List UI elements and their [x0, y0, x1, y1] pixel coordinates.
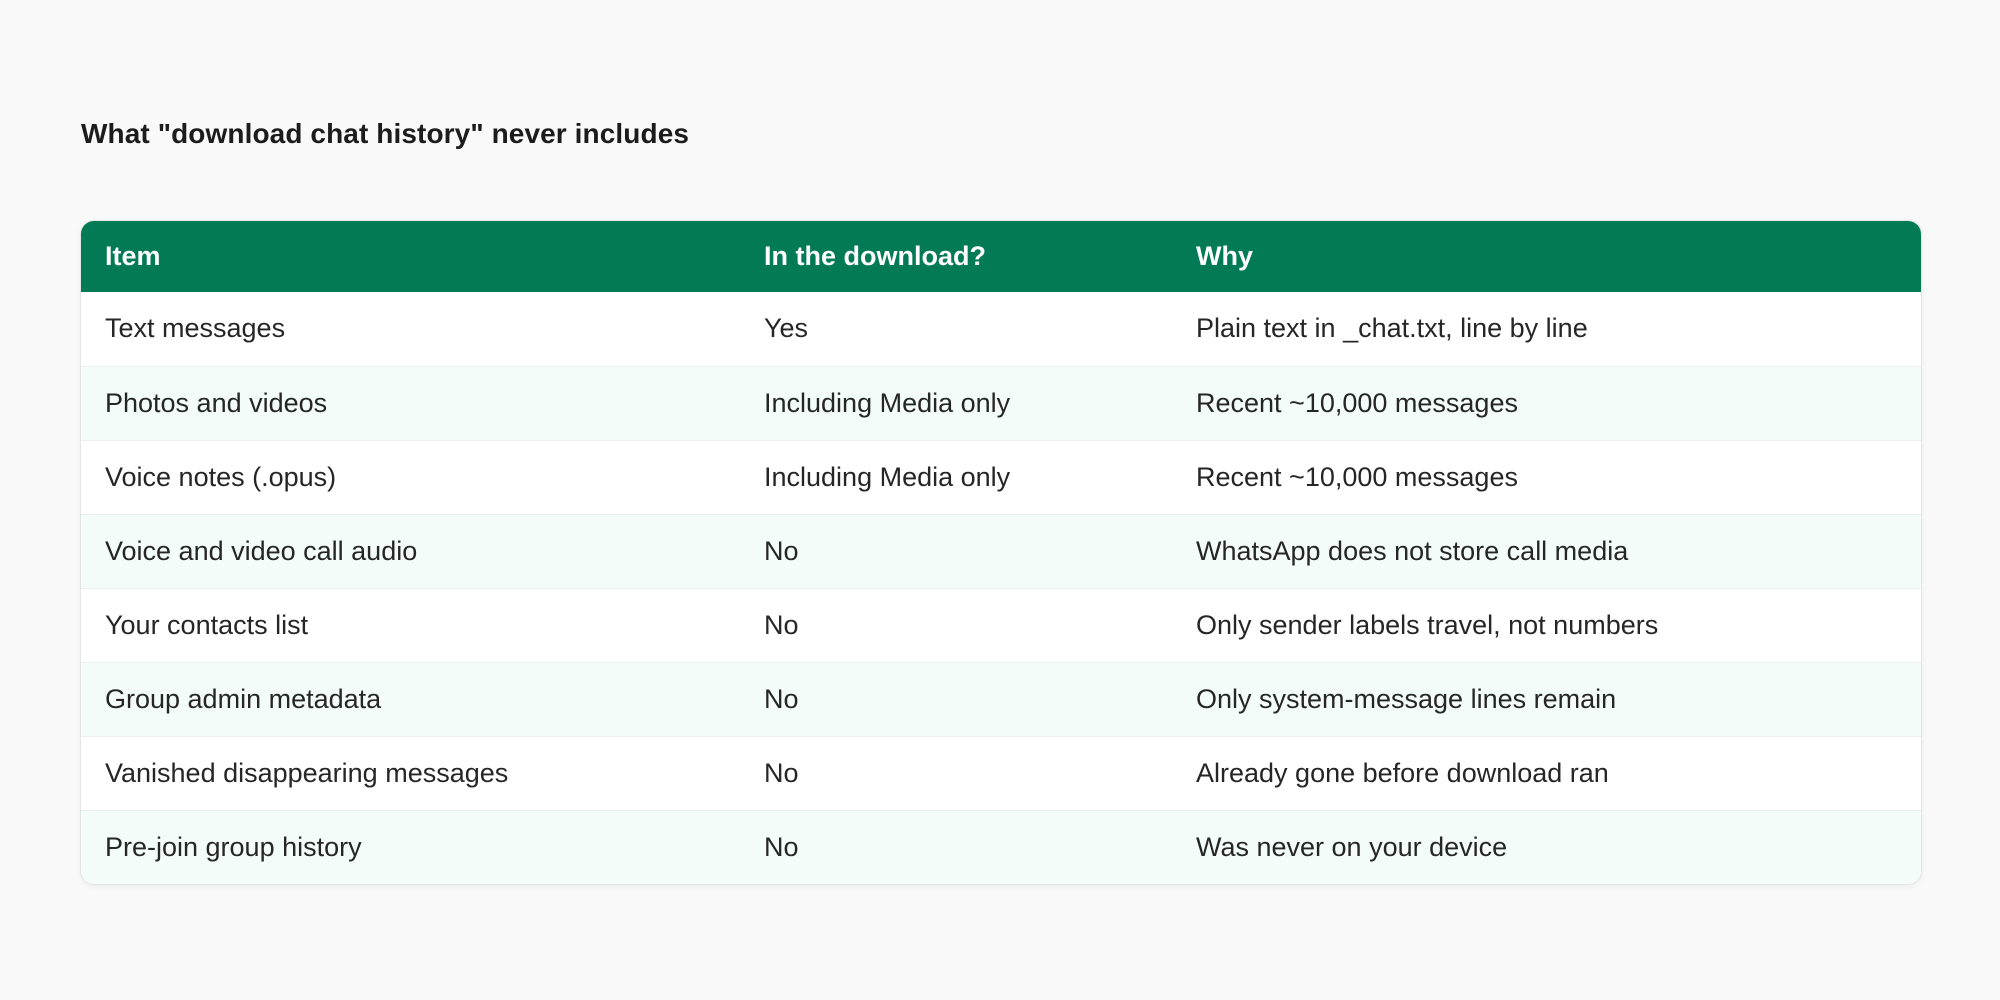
cell-in-download: No: [764, 683, 799, 714]
cell-in-download: No: [764, 757, 799, 788]
cell-item: Pre-join group history: [105, 831, 362, 862]
cell-in-download: Yes: [764, 313, 809, 344]
cell-in-download: Including Media only: [764, 387, 1011, 418]
header-in-download: In the download?: [764, 241, 986, 271]
cell-item: Voice notes (.opus): [105, 461, 337, 492]
cell-why: WhatsApp does not store call media: [1196, 535, 1629, 566]
header-row: Item In the download? Why: [81, 221, 1921, 292]
cell-item: Text messages: [105, 313, 286, 344]
comparison-table: Item In the download? Why Text messages …: [80, 220, 1922, 885]
table-row: Pre-join group history No Was never on y…: [81, 810, 1921, 884]
table-row: Text messages Yes Plain text in _chat.tx…: [81, 292, 1921, 366]
table-row: Vanished disappearing messages No Alread…: [81, 736, 1921, 810]
cell-why: Only sender labels travel, not numbers: [1196, 609, 1659, 640]
header-why: Why: [1196, 241, 1253, 271]
table-header: Item In the download? Why: [81, 221, 1921, 292]
cell-item: Your contacts list: [105, 609, 309, 640]
cell-item: Vanished disappearing messages: [105, 757, 509, 788]
cell-why: Recent ~10,000 messages: [1196, 461, 1518, 492]
cell-why: Already gone before download ran: [1196, 757, 1609, 788]
cell-in-download: No: [764, 535, 799, 566]
cell-in-download: No: [764, 609, 799, 640]
table-row: Your contacts list No Only sender labels…: [81, 588, 1921, 662]
cell-in-download: No: [764, 831, 799, 862]
cell-in-download: Including Media only: [764, 461, 1011, 492]
header-item: Item: [105, 241, 161, 271]
page-title: What "download chat history" never inclu…: [81, 118, 690, 149]
table-row: Photos and videos Including Media only R…: [81, 366, 1921, 440]
table-row: Voice notes (.opus) Including Media only…: [81, 440, 1921, 514]
table-row: Group admin metadata No Only system-mess…: [81, 662, 1921, 736]
table-body: Text messages Yes Plain text in _chat.tx…: [81, 292, 1921, 884]
data-table: Item In the download? Why Text messages …: [81, 221, 1921, 884]
cell-item: Photos and videos: [105, 387, 328, 418]
cell-item: Voice and video call audio: [105, 535, 418, 566]
cell-why: Recent ~10,000 messages: [1196, 387, 1518, 418]
cell-why: Was never on your device: [1196, 831, 1508, 862]
cell-why: Plain text in _chat.txt, line by line: [1196, 313, 1588, 344]
cell-why: Only system-message lines remain: [1196, 683, 1617, 714]
cell-item: Group admin metadata: [105, 683, 382, 714]
table-row: Voice and video call audio No WhatsApp d…: [81, 514, 1921, 588]
